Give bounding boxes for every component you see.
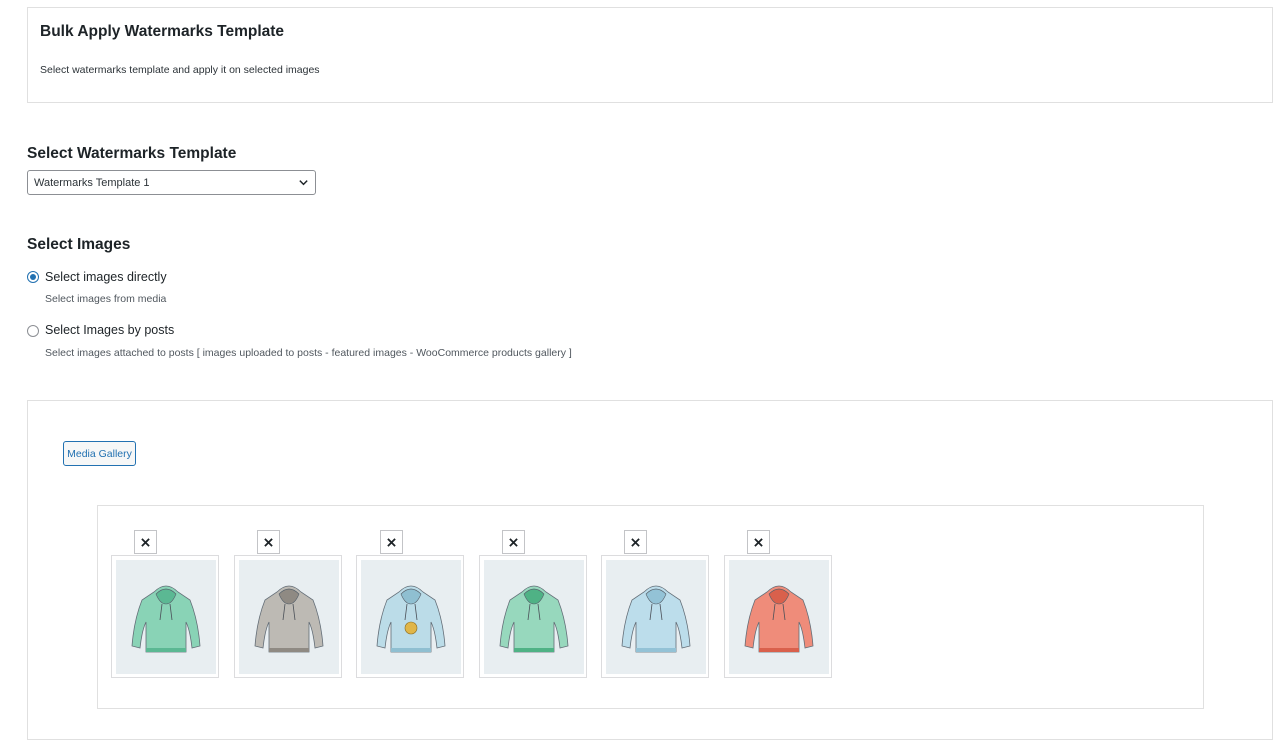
close-icon <box>141 537 150 547</box>
remove-image-button[interactable] <box>380 530 403 554</box>
images-section-title: Select Images <box>27 236 131 253</box>
template-section-title: Select Watermarks Template <box>27 145 237 162</box>
media-gallery-button[interactable]: Media Gallery <box>63 441 136 466</box>
radio-label-select-by-posts[interactable]: Select Images by posts <box>45 323 174 337</box>
image-thumbnail <box>601 555 709 678</box>
template-select[interactable]: Watermarks Template 1 <box>27 170 316 195</box>
header-panel: Bulk Apply Watermarks Template Select wa… <box>27 7 1273 103</box>
image-thumbnail <box>724 555 832 678</box>
hoodie-image <box>239 560 339 674</box>
radio-desc-select-directly: Select images from media <box>45 293 167 305</box>
hoodie-image <box>361 560 461 674</box>
template-select-value: Watermarks Template 1 <box>34 177 150 189</box>
image-thumbnail <box>479 555 587 678</box>
remove-image-button[interactable] <box>747 530 770 554</box>
hoodie-image <box>116 560 216 674</box>
close-icon <box>509 537 518 547</box>
remove-image-button[interactable] <box>502 530 525 554</box>
image-thumbnail <box>234 555 342 678</box>
hoodie-image <box>606 560 706 674</box>
remove-image-button[interactable] <box>257 530 280 554</box>
hoodie-image <box>484 560 584 674</box>
close-icon <box>387 537 396 547</box>
hoodie-image <box>729 560 829 674</box>
radio-select-directly[interactable] <box>27 271 39 283</box>
image-thumbnail <box>111 555 219 678</box>
radio-label-select-directly[interactable]: Select images directly <box>45 270 167 284</box>
page-description: Select watermarks template and apply it … <box>40 64 320 76</box>
image-thumbnail <box>356 555 464 678</box>
close-icon <box>754 537 763 547</box>
page-title: Bulk Apply Watermarks Template <box>40 23 285 40</box>
chevron-down-icon <box>299 180 308 186</box>
radio-select-by-posts[interactable] <box>27 325 39 337</box>
radio-desc-select-by-posts: Select images attached to posts [ images… <box>45 347 572 359</box>
close-icon <box>631 537 640 547</box>
remove-image-button[interactable] <box>134 530 157 554</box>
remove-image-button[interactable] <box>624 530 647 554</box>
close-icon <box>264 537 273 547</box>
